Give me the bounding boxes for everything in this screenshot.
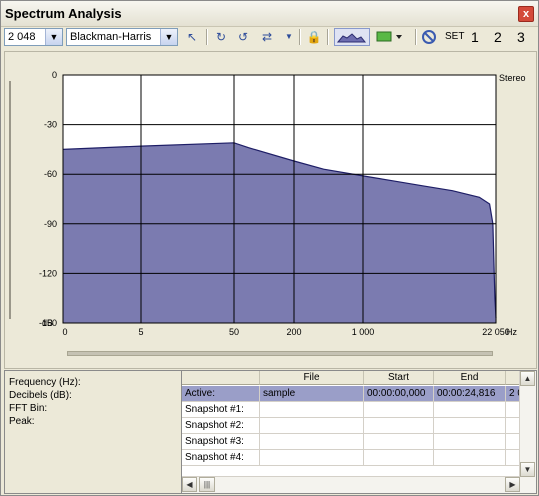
frequency-range-slider[interactable] xyxy=(67,351,493,356)
table-row-active[interactable]: Active: sample 00:00:00,000 00:00:24,816… xyxy=(182,386,536,402)
window-function-combo[interactable]: Blackman-Harris ▼ xyxy=(66,28,178,46)
table-row[interactable]: Snapshot #1: xyxy=(182,402,536,418)
column-header-file[interactable]: File xyxy=(260,371,364,385)
x-tick-label: 50 xyxy=(229,327,239,337)
lock-icon[interactable]: 🔒 xyxy=(305,28,323,46)
row-end xyxy=(434,450,506,466)
decibels-label: Decibels (dB): xyxy=(9,390,72,401)
row-end: 00:00:24,816 xyxy=(434,386,506,402)
scroll-left-icon[interactable]: ◀ xyxy=(182,477,197,492)
x-tick-label: 5 xyxy=(138,327,143,337)
snapshot-button-2[interactable]: 2 xyxy=(494,28,502,46)
row-file: sample xyxy=(260,386,364,402)
close-button[interactable]: x xyxy=(518,6,534,22)
y-tick-label: -90 xyxy=(44,219,57,229)
y-tick-label: -60 xyxy=(44,169,57,179)
refresh-all-icon[interactable]: ↺ xyxy=(234,28,252,46)
window-function-value: Blackman-Harris xyxy=(70,31,152,43)
vertical-scrollbar[interactable]: ▲ ▼ xyxy=(519,371,536,493)
toolbar-separator xyxy=(299,29,301,45)
spectrum-analysis-window: Spectrum Analysis x 2 048 ▼ Blackman-Har… xyxy=(0,0,539,496)
pointer-icon[interactable]: ↖ xyxy=(183,28,201,46)
row-start xyxy=(364,402,434,418)
row-end xyxy=(434,402,506,418)
row-file xyxy=(260,402,364,418)
chevron-down-icon[interactable]: ▼ xyxy=(280,28,298,46)
title-bar: Spectrum Analysis x xyxy=(1,1,538,27)
spectrum-chart[interactable]: 0-30-60-90-120-1500 5 50 200 1 000 22 050dBHz… xyxy=(5,52,536,348)
refresh-icon[interactable]: ↻ xyxy=(212,28,230,46)
row-end xyxy=(434,434,506,450)
row-label: Snapshot #3: xyxy=(182,434,260,450)
no-icon[interactable] xyxy=(420,28,438,46)
table-row[interactable]: Snapshot #2: xyxy=(182,418,536,434)
y-tick-label: -30 xyxy=(44,120,57,130)
link-icon[interactable]: ⇄ xyxy=(258,28,276,46)
row-start: 00:00:00,000 xyxy=(364,386,434,402)
x-tick-label: 0 xyxy=(62,327,67,337)
row-end xyxy=(434,418,506,434)
level-indicator xyxy=(9,81,11,319)
fft-size-combo[interactable]: 2 048 ▼ xyxy=(4,28,63,46)
snapshot-button-3[interactable]: 3 xyxy=(517,28,525,46)
plot-area: 0 -30 -60 -90 -120 -150 0 5 50 200 1 000 22 050 dB Hz… xyxy=(4,51,537,369)
snapshot-button-1[interactable]: 1 xyxy=(471,28,479,46)
color-swatch-icon[interactable] xyxy=(375,28,403,46)
table-row[interactable]: Snapshot #3: xyxy=(182,434,536,450)
toolbar-separator xyxy=(206,29,208,45)
data-panel: Frequency (Hz): Decibels (dB): FFT Bin: … xyxy=(4,370,537,494)
cursor-info-panel: Frequency (Hz): Decibels (dB): FFT Bin: … xyxy=(5,371,182,493)
snapshot-table: File Start End Active: sample 00:00:00,0… xyxy=(182,371,536,493)
row-start xyxy=(364,434,434,450)
row-start xyxy=(364,418,434,434)
peak-label: Peak: xyxy=(9,416,35,427)
chevron-down-icon[interactable]: ▼ xyxy=(45,29,62,45)
channel-label: Stereo xyxy=(499,73,526,83)
y-axis-label: dB xyxy=(42,318,53,328)
frequency-label: Frequency (Hz): xyxy=(9,377,81,388)
toolbar: 2 048 ▼ Blackman-Harris ▼ ↖ ↻ ↺ ⇄ ▼ 🔒 SE… xyxy=(1,27,538,49)
row-file xyxy=(260,434,364,450)
x-tick-label: 1 000 xyxy=(352,327,375,337)
area-graph-glyph xyxy=(336,33,367,43)
row-start xyxy=(364,450,434,466)
color-swatch-glyph xyxy=(376,31,402,42)
scroll-right-icon[interactable]: ▶ xyxy=(505,477,520,492)
row-label: Active: xyxy=(182,386,260,402)
scroll-up-icon[interactable]: ▲ xyxy=(520,371,535,386)
row-file xyxy=(260,418,364,434)
column-header-end[interactable]: End xyxy=(434,371,506,385)
column-header-label[interactable] xyxy=(182,371,260,385)
no-glyph xyxy=(422,30,436,44)
set-button[interactable]: SET xyxy=(445,28,464,46)
y-tick-label: -120 xyxy=(39,268,57,278)
toolbar-separator xyxy=(415,29,417,45)
area-graph-icon[interactable] xyxy=(334,28,370,46)
row-file xyxy=(260,450,364,466)
scroll-down-icon[interactable]: ▼ xyxy=(520,462,535,477)
y-tick-label: 0 xyxy=(52,70,57,80)
column-header-start[interactable]: Start xyxy=(364,371,434,385)
scroll-thumb[interactable]: ||| xyxy=(199,477,215,492)
chevron-down-icon[interactable]: ▼ xyxy=(160,29,177,45)
window-title: Spectrum Analysis xyxy=(5,6,122,21)
x-tick-label: 200 xyxy=(286,327,301,337)
x-axis-label: Hz xyxy=(506,327,517,337)
toolbar-separator xyxy=(327,29,329,45)
row-label: Snapshot #2: xyxy=(182,418,260,434)
fft-size-value: 2 048 xyxy=(8,31,36,43)
row-label: Snapshot #4: xyxy=(182,450,260,466)
table-row[interactable]: Snapshot #4: xyxy=(182,450,536,466)
fft-bin-label: FFT Bin: xyxy=(9,403,48,414)
horizontal-scrollbar[interactable]: ◀ ||| ▶ xyxy=(182,476,520,493)
row-label: Snapshot #1: xyxy=(182,402,260,418)
